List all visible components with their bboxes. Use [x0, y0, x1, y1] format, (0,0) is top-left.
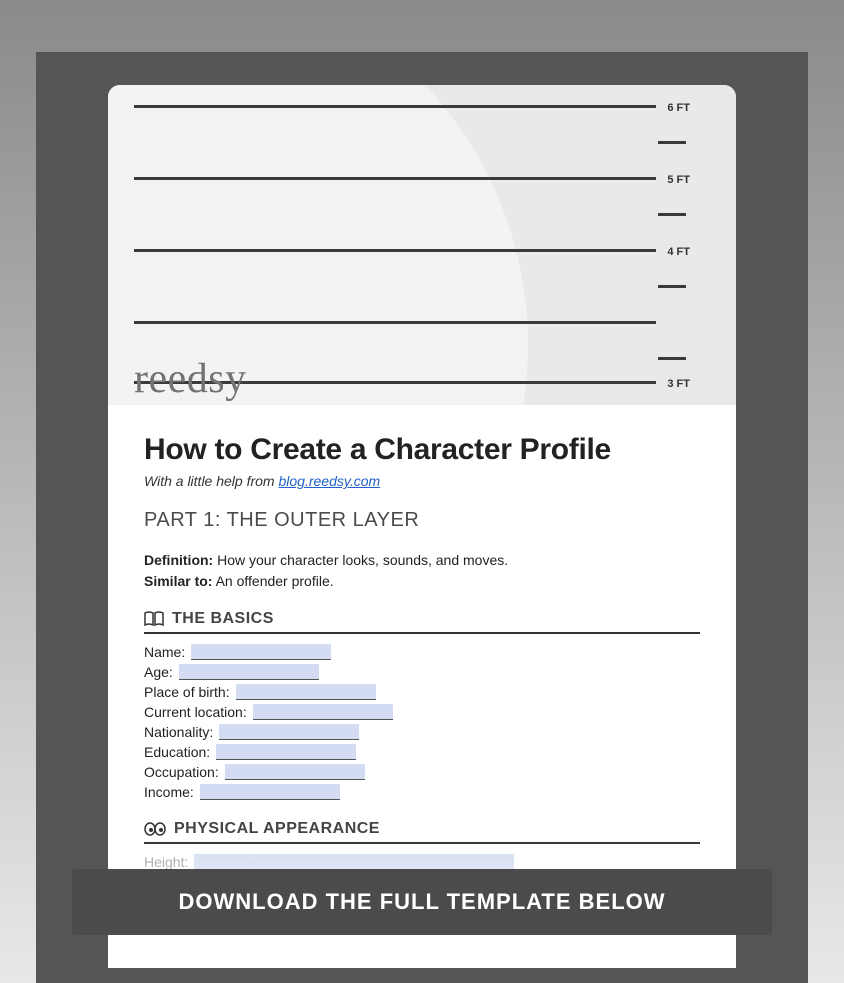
- height-label-4ft: 4 FT: [667, 246, 690, 258]
- field-label: Income:: [144, 784, 200, 800]
- reedsy-wordmark: reedsy: [134, 355, 247, 403]
- field-input[interactable]: [200, 784, 340, 800]
- field-input[interactable]: [236, 684, 376, 700]
- field-input[interactable]: [219, 724, 359, 740]
- document-page: 6 FT 5 FT 4 FT 3 FT reedsy H: [108, 85, 736, 968]
- similar-label: Similar to:: [144, 573, 212, 589]
- part-heading: PART 1: THE OUTER LAYER: [144, 509, 700, 532]
- field-label: Age:: [144, 664, 179, 680]
- download-cta-button[interactable]: DOWNLOAD THE FULL TEMPLATE BELOW: [72, 869, 772, 935]
- section-title-basics: THE BASICS: [144, 610, 700, 628]
- section-rule: [144, 842, 700, 844]
- field-row: Income:: [144, 782, 700, 802]
- definition-label: Definition:: [144, 552, 213, 568]
- field-row: Age:: [144, 662, 700, 682]
- eyes-icon: [144, 822, 166, 836]
- field-label: Current location:: [144, 704, 253, 720]
- field-row: Education:: [144, 742, 700, 762]
- field-label: Name:: [144, 644, 191, 660]
- section-title-basics-text: THE BASICS: [172, 610, 274, 628]
- definition-text: How your character looks, sounds, and mo…: [213, 552, 508, 568]
- height-label-3ft: 3 FT: [667, 378, 690, 390]
- field-input[interactable]: [253, 704, 393, 720]
- field-label: Height:: [144, 854, 194, 870]
- section-title-physical-text: PHYSICAL APPEARANCE: [174, 820, 380, 838]
- page-title: How to Create a Character Profile: [144, 433, 700, 467]
- field-label: Occupation:: [144, 764, 225, 780]
- hero-illustration: 6 FT 5 FT 4 FT 3 FT reedsy: [108, 85, 736, 405]
- byline-link[interactable]: blog.reedsy.com: [278, 473, 380, 489]
- field-row: Place of birth:: [144, 682, 700, 702]
- field-input[interactable]: [194, 854, 514, 870]
- section-title-physical: PHYSICAL APPEARANCE: [144, 820, 700, 838]
- field-input[interactable]: [216, 744, 356, 760]
- byline-prefix: With a little help from: [144, 473, 278, 489]
- field-label: Place of birth:: [144, 684, 236, 700]
- field-row: Nationality:: [144, 722, 700, 742]
- book-icon: [144, 611, 164, 627]
- field-label: Nationality:: [144, 724, 219, 740]
- height-label-5ft: 5 FT: [667, 174, 690, 186]
- height-label-6ft: 6 FT: [667, 102, 690, 114]
- field-input[interactable]: [191, 644, 331, 660]
- byline: With a little help from blog.reedsy.com: [144, 473, 700, 489]
- download-cta-label: DOWNLOAD THE FULL TEMPLATE BELOW: [178, 889, 665, 914]
- field-input[interactable]: [179, 664, 319, 680]
- section-rule: [144, 632, 700, 634]
- field-row: Current location:: [144, 702, 700, 722]
- field-row: Occupation:: [144, 762, 700, 782]
- similar-text: An offender profile.: [212, 573, 333, 589]
- field-row: Name:: [144, 642, 700, 662]
- definition-block: Definition: How your character looks, so…: [144, 550, 700, 592]
- basics-fields: Name: Age: Place of birth: Current location…: [144, 642, 700, 802]
- field-label: Education:: [144, 744, 216, 760]
- field-input[interactable]: [225, 764, 365, 780]
